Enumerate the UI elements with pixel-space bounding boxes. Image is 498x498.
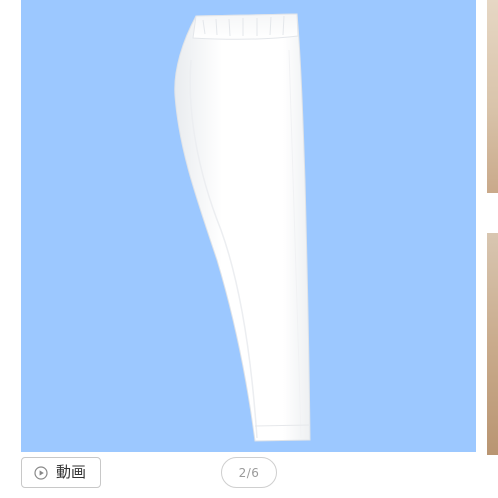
next-image-thumbnail-2[interactable] <box>487 233 498 455</box>
play-circle-icon <box>34 465 48 480</box>
page-indicator: 2/6 <box>221 457 277 488</box>
video-button[interactable]: 動画 <box>21 457 101 488</box>
video-button-label: 動画 <box>56 463 87 481</box>
next-image-thumbnail-1[interactable] <box>487 0 498 193</box>
product-image-viewer: 動画 2/6 <box>0 0 498 498</box>
white-pants-illustration <box>174 13 311 442</box>
main-product-image[interactable] <box>21 0 476 452</box>
